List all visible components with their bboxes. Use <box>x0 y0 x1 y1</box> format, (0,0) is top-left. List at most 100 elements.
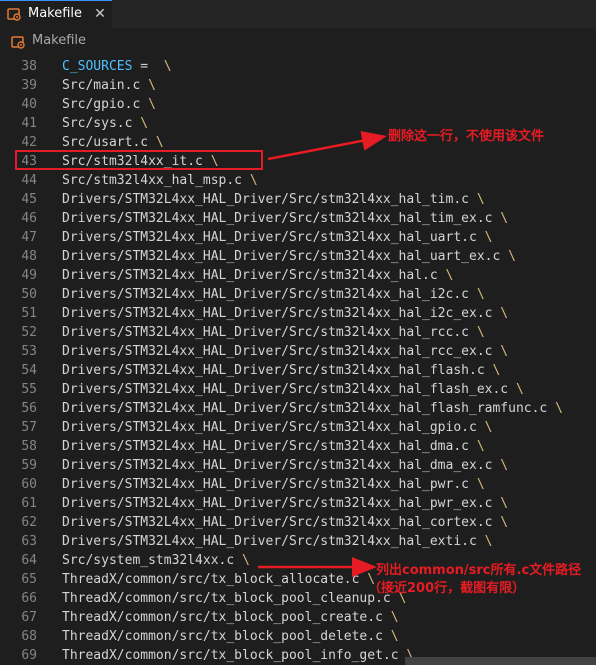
code-text: Drivers/STM32L4xx_HAL_Driver/Src/stm32l4… <box>62 532 492 551</box>
line-continuation: \ <box>492 363 501 378</box>
line-continuation: \ <box>148 78 156 93</box>
code-line[interactable]: 39 Src/main.c \ <box>0 76 596 95</box>
code-line[interactable]: 54 Drivers/STM32L4xx_HAL_Driver/Src/stm32… <box>0 361 596 380</box>
line-continuation: \ <box>445 268 454 283</box>
tab-makefile[interactable]: Makefile ✕ <box>0 0 112 28</box>
line-continuation: \ <box>476 325 485 340</box>
code-text: Drivers/STM32L4xx_HAL_Driver/Src/stm32l4… <box>62 342 508 361</box>
code-text: Drivers/STM32L4xx_HAL_Driver/Src/stm32l4… <box>62 418 492 437</box>
code-text: Drivers/STM32L4xx_HAL_Driver/Src/stm32l4… <box>62 513 508 532</box>
line-number: 50 <box>21 287 37 302</box>
code-content: Src/usart.c <box>62 135 156 150</box>
code-line[interactable]: 51 Drivers/STM32L4xx_HAL_Driver/Src/stm32… <box>0 304 596 323</box>
line-number: 66 <box>21 591 37 606</box>
code-content: Drivers/STM32L4xx_HAL_Driver/Src/stm32l4… <box>62 325 477 340</box>
code-content: ThreadX/common/src/tx_block_pool_delete.… <box>62 629 391 644</box>
code-line[interactable]: 62 Drivers/STM32L4xx_HAL_Driver/Src/stm32… <box>0 513 596 532</box>
code-line[interactable]: 50 Drivers/STM32L4xx_HAL_Driver/Src/stm32… <box>0 285 596 304</box>
code-text: Drivers/STM32L4xx_HAL_Driver/Src/stm32l4… <box>62 380 524 399</box>
annotation-delete-line: 删除这一行，不使用该文件 <box>388 129 545 144</box>
code-content: ThreadX/common/src/tx_block_allocate.c <box>62 572 368 587</box>
line-continuation: \ <box>500 458 509 473</box>
line-continuation: \ <box>555 401 563 416</box>
line-continuation: \ <box>242 553 250 568</box>
line-number: 51 <box>21 306 37 321</box>
code-content: Src/sys.c <box>62 116 141 131</box>
line-continuation: \ <box>163 59 172 74</box>
code-content: Drivers/STM32L4xx_HAL_Driver/Src/stm32l4… <box>62 230 485 245</box>
code-line[interactable]: 48 Drivers/STM32L4xx_HAL_Driver/Src/stm32… <box>0 247 596 266</box>
code-content: Drivers/STM32L4xx_HAL_Driver/Src/stm32l4… <box>62 477 477 492</box>
line-number: 44 <box>21 173 37 188</box>
code-line[interactable]: 60 Drivers/STM32L4xx_HAL_Driver/Src/stm32… <box>0 475 596 494</box>
code-content: Drivers/STM32L4xx_HAL_Driver/Src/stm32l4… <box>62 268 446 283</box>
tab-bar: Makefile ✕ <box>0 0 596 28</box>
code-line[interactable]: 47 Drivers/STM32L4xx_HAL_Driver/Src/stm32… <box>0 228 596 247</box>
code-line[interactable]: 49 Drivers/STM32L4xx_HAL_Driver/Src/stm32… <box>0 266 596 285</box>
line-continuation: \ <box>500 306 509 321</box>
line-number: 67 <box>21 610 37 625</box>
line-number: 40 <box>21 97 37 112</box>
code-text: Drivers/STM32L4xx_HAL_Driver/Src/stm32l4… <box>62 399 563 418</box>
code-content: Src/stm32l4xx_hal_msp.c <box>62 173 250 188</box>
code-line[interactable]: 53 Drivers/STM32L4xx_HAL_Driver/Src/stm32… <box>0 342 596 361</box>
code-content: Drivers/STM32L4xx_HAL_Driver/Src/stm32l4… <box>62 496 501 511</box>
code-line[interactable]: 59 Drivers/STM32L4xx_HAL_Driver/Src/stm32… <box>0 456 596 475</box>
code-line[interactable]: 44 Src/stm32l4xx_hal_msp.c \ <box>0 171 596 190</box>
code-text: ThreadX/common/src/tx_block_allocate.c \ <box>62 570 375 589</box>
line-continuation: \ <box>500 496 509 511</box>
code-line[interactable]: 40 Src/gpio.c \ <box>0 95 596 114</box>
line-continuation: \ <box>390 610 399 625</box>
code-content: Drivers/STM32L4xx_HAL_Driver/Src/stm32l4… <box>62 420 485 435</box>
code-line[interactable]: 52 Drivers/STM32L4xx_HAL_Driver/Src/stm32… <box>0 323 596 342</box>
horizontal-scrollbar[interactable] <box>405 657 596 665</box>
code-content: Drivers/STM32L4xx_HAL_Driver/Src/stm32l4… <box>62 344 501 359</box>
breadcrumb: Makefile <box>0 28 596 54</box>
line-continuation: \ <box>390 629 399 644</box>
code-content: Drivers/STM32L4xx_HAL_Driver/Src/stm32l4… <box>62 439 477 454</box>
close-icon[interactable]: ✕ <box>92 5 108 23</box>
code-content: Drivers/STM32L4xx_HAL_Driver/Src/stm32l4… <box>62 515 501 530</box>
line-number: 59 <box>21 458 37 473</box>
code-content: Src/main.c <box>62 78 149 93</box>
code-line[interactable]: 63 Drivers/STM32L4xx_HAL_Driver/Src/stm32… <box>0 532 596 551</box>
code-text: ThreadX/common/src/tx_block_pool_delete.… <box>62 627 399 646</box>
code-text: Drivers/STM32L4xx_HAL_Driver/Src/stm32l4… <box>62 209 508 228</box>
code-line[interactable]: 57 Drivers/STM32L4xx_HAL_Driver/Src/stm32… <box>0 418 596 437</box>
line-continuation: \ <box>484 230 493 245</box>
line-number: 62 <box>21 515 37 530</box>
code-text: Src/gpio.c \ <box>62 95 156 114</box>
code-text: Drivers/STM32L4xx_HAL_Driver/Src/stm32l4… <box>62 323 485 342</box>
breadcrumb-item-makefile[interactable]: Makefile <box>32 33 86 49</box>
line-continuation: \ <box>249 173 258 188</box>
makefile-icon <box>11 36 25 49</box>
code-line[interactable]: 38 C_SOURCES = \ <box>0 57 596 76</box>
line-continuation: \ <box>508 249 516 264</box>
line-number: 39 <box>21 78 37 93</box>
code-text: ThreadX/common/src/tx_block_pool_cleanup… <box>62 589 406 608</box>
line-number: 48 <box>21 249 37 264</box>
code-line[interactable]: 45 Drivers/STM32L4xx_HAL_Driver/Src/stm32… <box>0 190 596 209</box>
variable-name: C_SOURCES <box>62 59 133 74</box>
code-line[interactable]: 67 ThreadX/common/src/tx_block_pool_creat… <box>0 608 596 627</box>
line-number: 69 <box>21 648 37 663</box>
code-text: Src/main.c \ <box>62 76 156 95</box>
code-text: Drivers/STM32L4xx_HAL_Driver/Src/stm32l4… <box>62 266 453 285</box>
line-number: 68 <box>21 629 37 644</box>
code-text: C_SOURCES = \ <box>62 57 172 76</box>
code-line[interactable]: 61 Drivers/STM32L4xx_HAL_Driver/Src/stm32… <box>0 494 596 513</box>
code-line[interactable]: 55 Drivers/STM32L4xx_HAL_Driver/Src/stm32… <box>0 380 596 399</box>
code-content: Drivers/STM32L4xx_HAL_Driver/Src/stm32l4… <box>62 249 509 264</box>
line-continuation: \ <box>140 116 149 131</box>
code-text: Src/system_stm32l4xx.c \ <box>62 551 250 570</box>
code-text: Drivers/STM32L4xx_HAL_Driver/Src/stm32l4… <box>62 285 485 304</box>
code-line[interactable]: 56 Drivers/STM32L4xx_HAL_Driver/Src/stm32… <box>0 399 596 418</box>
line-number: 55 <box>21 382 37 397</box>
code-line[interactable]: 58 Drivers/STM32L4xx_HAL_Driver/Src/stm32… <box>0 437 596 456</box>
line-continuation: \ <box>484 420 493 435</box>
code-line[interactable]: 68 ThreadX/common/src/tx_block_pool_delet… <box>0 627 596 646</box>
code-content: = <box>132 59 164 74</box>
code-line[interactable]: 46 Drivers/STM32L4xx_HAL_Driver/Src/stm32… <box>0 209 596 228</box>
code-text: Drivers/STM32L4xx_HAL_Driver/Src/stm32l4… <box>62 475 485 494</box>
code-content: ThreadX/common/src/tx_block_pool_info_ge… <box>62 648 407 663</box>
